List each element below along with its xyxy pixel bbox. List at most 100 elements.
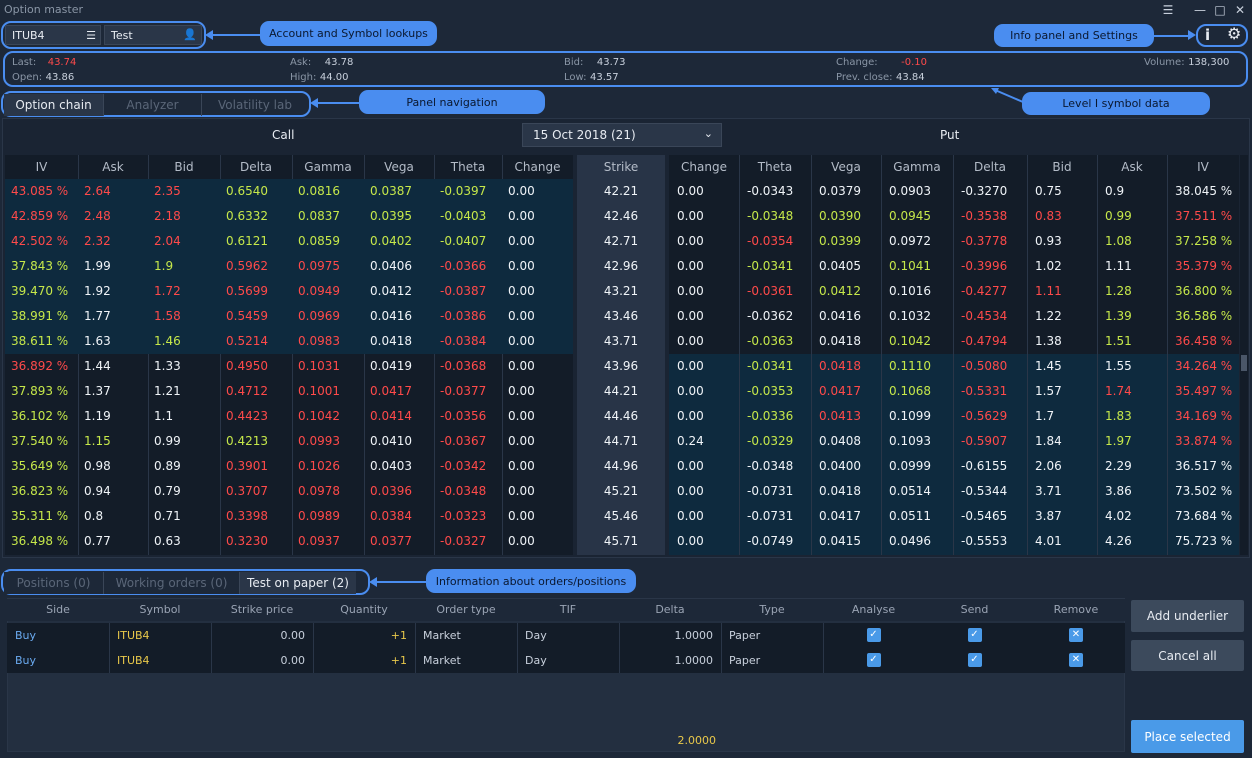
call-cell[interactable]: 42.859 % xyxy=(11,209,68,223)
put-cell[interactable]: 0.1099 xyxy=(889,409,931,423)
put-cell[interactable]: -0.5907 xyxy=(961,434,1007,448)
put-cell[interactable]: 0.1042 xyxy=(889,334,931,348)
call-cell[interactable]: 0.4712 xyxy=(226,384,268,398)
call-cell[interactable]: 0.0410 xyxy=(370,434,412,448)
strike-cell[interactable]: 43.96 xyxy=(577,359,665,373)
call-cell[interactable]: 0.5962 xyxy=(226,259,268,273)
call-cell[interactable]: 0.00 xyxy=(508,309,535,323)
put-cell[interactable]: 1.97 xyxy=(1105,434,1132,448)
put-cell[interactable]: 0.00 xyxy=(677,534,704,548)
strike-cell[interactable]: 43.46 xyxy=(577,309,665,323)
put-cell[interactable]: -0.0362 xyxy=(747,309,793,323)
call-cell[interactable]: -0.0368 xyxy=(440,359,486,373)
put-cell[interactable]: -0.0354 xyxy=(747,234,793,248)
call-cell[interactable]: 43.085 % xyxy=(11,184,68,198)
call-cell[interactable]: 0.00 xyxy=(508,209,535,223)
call-cell[interactable]: 1.46 xyxy=(154,334,181,348)
order-type[interactable]: Paper xyxy=(729,629,760,642)
put-cell[interactable]: 0.1110 xyxy=(889,359,931,373)
call-cell[interactable]: 0.0417 xyxy=(370,384,412,398)
put-cell[interactable]: -0.3778 xyxy=(961,234,1007,248)
put-cell[interactable]: 37.511 % xyxy=(1175,209,1232,223)
put-cell[interactable]: 1.83 xyxy=(1105,409,1132,423)
call-cell[interactable]: 2.32 xyxy=(84,234,111,248)
call-cell[interactable]: 0.6121 xyxy=(226,234,268,248)
call-cell[interactable]: 35.311 % xyxy=(11,509,68,523)
call-cell[interactable]: 1.15 xyxy=(84,434,111,448)
put-cell[interactable]: 0.0405 xyxy=(819,259,861,273)
put-cell[interactable]: -0.0341 xyxy=(747,359,793,373)
call-cell[interactable]: 0.00 xyxy=(508,484,535,498)
put-cell[interactable]: 1.38 xyxy=(1035,334,1062,348)
call-cell[interactable]: 0.0816 xyxy=(298,184,340,198)
call-cell[interactable]: 0.00 xyxy=(508,234,535,248)
call-cell[interactable]: 0.0837 xyxy=(298,209,340,223)
strike-cell[interactable]: 42.21 xyxy=(577,184,665,198)
order-otype[interactable]: Market xyxy=(423,629,461,642)
put-cell[interactable]: -0.5331 xyxy=(961,384,1007,398)
call-cell[interactable]: 0.0402 xyxy=(370,234,412,248)
put-cell[interactable]: -0.5080 xyxy=(961,359,1007,373)
call-cell[interactable]: 0.0384 xyxy=(370,509,412,523)
analyse-checkbox[interactable]: ✓ xyxy=(866,653,881,667)
put-cell[interactable]: 1.74 xyxy=(1105,384,1132,398)
put-cell[interactable]: 0.0400 xyxy=(819,459,861,473)
put-cell[interactable]: -0.0353 xyxy=(747,384,793,398)
put-cell[interactable]: -0.6155 xyxy=(961,459,1007,473)
call-cell[interactable]: 36.102 % xyxy=(11,409,68,423)
call-cell[interactable]: 0.0419 xyxy=(370,359,412,373)
call-cell[interactable]: 42.502 % xyxy=(11,234,68,248)
put-cell[interactable]: 38.045 % xyxy=(1175,184,1232,198)
put-cell[interactable]: 0.1068 xyxy=(889,384,931,398)
call-cell[interactable]: -0.0377 xyxy=(440,384,486,398)
put-cell[interactable]: 0.00 xyxy=(677,309,704,323)
put-cell[interactable]: -0.5629 xyxy=(961,409,1007,423)
call-cell[interactable]: 0.79 xyxy=(154,484,181,498)
put-cell[interactable]: 35.379 % xyxy=(1175,259,1232,273)
call-cell[interactable]: 0.8 xyxy=(84,509,103,523)
call-cell[interactable]: 0.99 xyxy=(154,434,181,448)
send-checkbox[interactable]: ✓ xyxy=(967,628,982,642)
call-cell[interactable]: 0.0418 xyxy=(370,334,412,348)
put-cell[interactable]: -0.0731 xyxy=(747,484,793,498)
call-cell[interactable]: 0.00 xyxy=(508,284,535,298)
call-cell[interactable]: 0.77 xyxy=(84,534,111,548)
put-cell[interactable]: 0.0416 xyxy=(819,309,861,323)
call-cell[interactable]: 0.3901 xyxy=(226,459,268,473)
call-cell[interactable]: 1.77 xyxy=(84,309,111,323)
call-cell[interactable]: 0.00 xyxy=(508,459,535,473)
call-cell[interactable]: -0.0407 xyxy=(440,234,486,248)
put-cell[interactable]: -0.0336 xyxy=(747,409,793,423)
call-cell[interactable]: 0.4950 xyxy=(226,359,268,373)
call-cell[interactable]: 1.37 xyxy=(84,384,111,398)
put-cell[interactable]: 34.264 % xyxy=(1175,359,1232,373)
put-cell[interactable]: 0.0418 xyxy=(819,334,861,348)
call-cell[interactable]: -0.0323 xyxy=(440,509,486,523)
put-cell[interactable]: 0.00 xyxy=(677,334,704,348)
order-side[interactable]: Buy xyxy=(15,629,36,642)
call-cell[interactable]: 1.58 xyxy=(154,309,181,323)
strike-cell[interactable]: 42.71 xyxy=(577,234,665,248)
put-cell[interactable]: 75.723 % xyxy=(1175,534,1232,548)
order-tif[interactable]: Day xyxy=(525,629,547,642)
strike-cell[interactable]: 43.21 xyxy=(577,284,665,298)
put-cell[interactable]: -0.3996 xyxy=(961,259,1007,273)
tab-volatility-lab[interactable]: Volatility lab xyxy=(202,94,308,116)
call-cell[interactable]: 2.64 xyxy=(84,184,111,198)
call-cell[interactable]: 0.0989 xyxy=(298,509,340,523)
put-cell[interactable]: -0.0361 xyxy=(747,284,793,298)
put-cell[interactable]: 34.169 % xyxy=(1175,409,1232,423)
call-cell[interactable]: 0.0416 xyxy=(370,309,412,323)
put-cell[interactable]: 1.51 xyxy=(1105,334,1132,348)
call-cell[interactable]: 36.823 % xyxy=(11,484,68,498)
put-cell[interactable]: 1.22 xyxy=(1035,309,1062,323)
put-cell[interactable]: -0.4534 xyxy=(961,309,1007,323)
order-qty[interactable]: +1 xyxy=(313,629,407,642)
call-cell[interactable]: 1.1 xyxy=(154,409,173,423)
chevron-down-icon[interactable]: ⌄ xyxy=(704,127,713,140)
put-cell[interactable]: 0.0390 xyxy=(819,209,861,223)
order-strike[interactable]: 0.00 xyxy=(211,629,306,642)
strike-cell[interactable]: 42.96 xyxy=(577,259,665,273)
call-cell[interactable]: 0.0406 xyxy=(370,259,412,273)
put-cell[interactable]: -0.3270 xyxy=(961,184,1007,198)
